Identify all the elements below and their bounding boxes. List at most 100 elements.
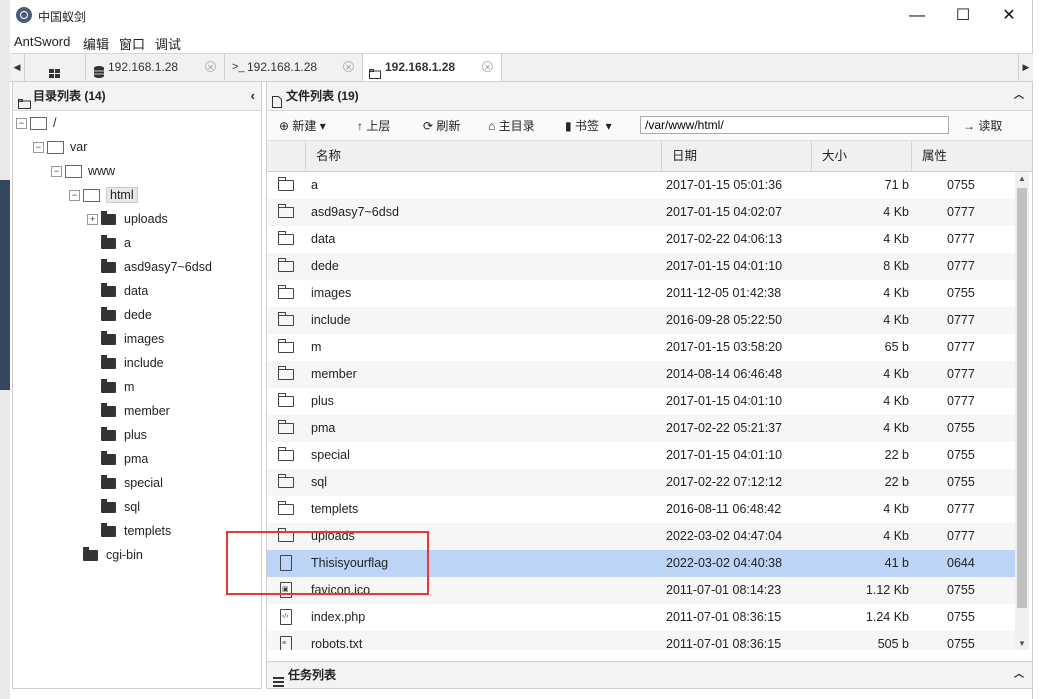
task-panel-header[interactable]: 任务列表 ︿ [266, 661, 1033, 689]
file-perm: 0755 [947, 421, 975, 435]
minimize-button[interactable]: — [894, 0, 940, 31]
tree-node-cgi-bin[interactable]: cgi-bin [83, 544, 143, 566]
tab-database-label: 192.168.1.28 [108, 60, 179, 74]
grid-icon [49, 62, 60, 78]
file-row[interactable]: dede 2017-01-15 04:01:10 8 Kb 0777 [267, 253, 1015, 280]
expand-up-icon[interactable]: ︿ [1014, 662, 1024, 688]
file-row[interactable]: templets 2016-08-11 06:48:42 4 Kb 0777 [267, 496, 1015, 523]
close-button[interactable]: ✕ [986, 0, 1032, 31]
tab-database[interactable]: 192.168.1.28 ✕ [86, 54, 225, 80]
tree-node-uploads[interactable]: + uploads [87, 208, 168, 230]
file-name: images [311, 286, 352, 300]
tree-node-images[interactable]: images [101, 328, 164, 350]
file-row[interactable]: sql 2017-02-22 07:12:12 22 b 0755 [267, 469, 1015, 496]
collapse-left-icon[interactable]: ‹ [251, 82, 255, 110]
file-row[interactable]: special 2017-01-15 04:01:10 22 b 0755 [267, 442, 1015, 469]
tab-files[interactable]: 192.168.1.28 ✕ [363, 54, 502, 81]
file-date: 2017-02-22 04:06:13 [666, 232, 783, 246]
tree-node-asd9asy7[interactable]: asd9asy7~6dsd [101, 256, 212, 278]
file-panel: 文件列表 (19) ︿ ⊕ 新建 ▾ ↑ 上层 ⟳ 刷新 ⌂ 主目录 ▮ 书签 … [266, 81, 1033, 689]
column-size[interactable]: 大小 [811, 141, 911, 171]
home-button[interactable]: ⌂ 主目录 [488, 117, 535, 134]
folder-icon [278, 258, 294, 272]
file-row[interactable]: member 2014-08-14 06:46:48 4 Kb 0777 [267, 361, 1015, 388]
file-row[interactable]: include 2016-09-28 05:22:50 4 Kb 0777 [267, 307, 1015, 334]
path-input[interactable] [640, 116, 949, 134]
file-perm: 0777 [947, 232, 975, 246]
tree-node-pma[interactable]: pma [101, 448, 148, 470]
up-button[interactable]: ↑ 上层 [357, 117, 390, 134]
tree-node-m[interactable]: m [101, 376, 134, 398]
bookmark-button[interactable]: ▮ 书签 ▾ [565, 117, 612, 134]
file-size: 4 Kb [883, 421, 909, 435]
tab-database-close-icon[interactable]: ✕ [205, 61, 216, 72]
file-row[interactable]: ≡ robots.txt 2011-07-01 08:36:15 505 b 0755 [267, 631, 1015, 650]
tab-files-label: 192.168.1.28 [385, 60, 456, 74]
file-row[interactable]: a 2017-01-15 05:01:36 71 b 0755 [267, 172, 1015, 199]
file-size: 22 b [884, 448, 909, 462]
read-button[interactable]: → 读取 [963, 117, 1002, 134]
file-name: dede [311, 259, 339, 273]
tree-node-templets[interactable]: templets [101, 520, 171, 542]
home-icon: ⌂ [488, 119, 496, 133]
tab-terminal[interactable]: >_ 192.168.1.28 ✕ [225, 54, 363, 80]
menu-antsword[interactable]: AntSword [14, 34, 70, 49]
folder-icon [278, 420, 294, 434]
antsword-window: 中国蚁剑 — ☐ ✕ AntSword 编辑 窗口 调试 ◀ 192.168.1… [10, 0, 1033, 699]
tree-node-dede[interactable]: dede [101, 304, 152, 326]
file-date: 2022-03-02 04:40:38 [666, 556, 783, 570]
tab-scroll-right-icon[interactable]: ▶ [1018, 54, 1033, 81]
folder-icon [278, 285, 294, 299]
file-row[interactable]: ‹/› index.php 2011-07-01 08:36:15 1.24 Kb 07… [267, 604, 1015, 631]
refresh-button[interactable]: ⟳ 刷新 [423, 117, 460, 134]
folder-icon [278, 501, 294, 515]
plus-circle-icon: ⊕ [279, 119, 290, 133]
file-date: 2017-01-15 03:58:20 [666, 340, 783, 354]
column-name[interactable]: 名称 [305, 141, 661, 171]
tree-node-sql[interactable]: sql [101, 496, 140, 518]
tree-node-member[interactable]: member [101, 400, 170, 422]
new-button[interactable]: ⊕ 新建 ▾ [279, 117, 326, 134]
collapse-up-icon[interactable]: ︿ [1014, 82, 1024, 110]
tab-files-close-icon[interactable]: ✕ [482, 61, 493, 72]
folder-icon [278, 177, 294, 191]
menu-window[interactable]: 窗口 [119, 34, 145, 53]
file-date: 2011-07-01 08:36:15 [666, 637, 782, 650]
file-date: 2016-09-28 05:22:50 [666, 313, 783, 327]
file-perm: 0777 [947, 313, 975, 327]
folder-icon [278, 393, 294, 407]
file-row[interactable]: m 2017-01-15 03:58:20 65 b 0777 [267, 334, 1015, 361]
text-file-icon: ≡ [280, 636, 292, 650]
tree-node-data[interactable]: data [101, 280, 148, 302]
list-icon [273, 670, 284, 696]
column-date[interactable]: 日期 [661, 141, 811, 171]
tree-node-www[interactable]: − www [51, 160, 115, 182]
file-row[interactable]: pma 2017-02-22 05:21:37 4 Kb 0755 [267, 415, 1015, 442]
tree-node-special[interactable]: special [101, 472, 163, 494]
file-name: a [311, 178, 318, 192]
tree-node-var[interactable]: − var [33, 136, 87, 158]
terminal-icon: >_ [232, 61, 245, 73]
file-date: 2011-12-05 01:42:38 [666, 286, 782, 300]
file-row[interactable]: asd9asy7~6dsd 2017-01-15 04:02:07 4 Kb 0777 [267, 199, 1015, 226]
file-row[interactable]: images 2011-12-05 01:42:38 4 Kb 0755 [267, 280, 1015, 307]
file-row[interactable]: data 2017-02-22 04:06:13 4 Kb 0777 [267, 226, 1015, 253]
file-perm: 0755 [947, 583, 975, 597]
menu-debug[interactable]: 调试 [155, 34, 181, 53]
tab-terminal-close-icon[interactable]: ✕ [343, 61, 354, 72]
directory-panel: 目录列表 (14) ‹ − / − var − www − html + uploads … [12, 81, 262, 689]
tree-node-root[interactable]: − / [16, 112, 56, 134]
tab-home[interactable] [25, 54, 86, 80]
file-list-scrollbar[interactable]: ▲ ▼ [1015, 172, 1029, 650]
tab-scroll-left-icon[interactable]: ◀ [10, 54, 25, 81]
file-row[interactable]: plus 2017-01-15 04:01:10 4 Kb 0777 [267, 388, 1015, 415]
tree-node-html[interactable]: − html [69, 184, 138, 206]
menu-edit[interactable]: 编辑 [83, 34, 109, 53]
tree-node-include[interactable]: include [101, 352, 164, 374]
maximize-button[interactable]: ☐ [940, 0, 986, 31]
scrollbar-thumb[interactable] [1017, 188, 1027, 608]
tree-node-a[interactable]: a [101, 232, 131, 254]
column-perm[interactable]: 属性 [911, 141, 1011, 171]
directory-panel-title: 目录列表 (14) [33, 89, 106, 103]
tree-node-plus[interactable]: plus [101, 424, 147, 446]
